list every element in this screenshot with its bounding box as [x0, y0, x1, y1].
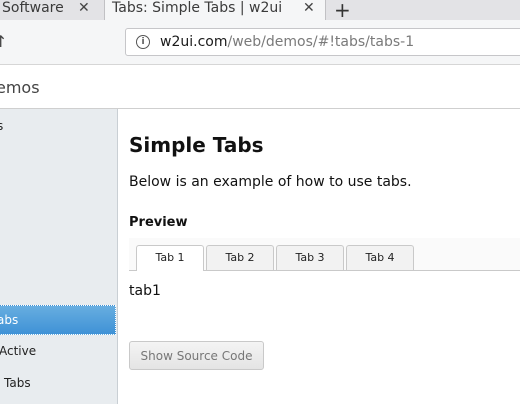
browser-tab-active[interactable]: Tabs: Simple Tabs | w2ui ✕ — [104, 0, 326, 20]
tab-content: tab1 — [129, 283, 161, 299]
close-icon[interactable]: ✕ — [78, 0, 90, 16]
browser-tab-label: Tabs: Simple Tabs | w2ui — [112, 0, 283, 16]
show-source-code-button[interactable]: Show Source Code — [129, 341, 264, 370]
close-icon[interactable]: ✕ — [303, 0, 315, 16]
url-path: /web/demos/#!tabs/tabs-1 — [227, 34, 415, 50]
info-icon[interactable]: i — [136, 35, 150, 49]
sidebar: s abs Active Tabs — [0, 109, 118, 404]
demo-tab-bar: Tab 1 Tab 2 Tab 3 Tab 4 — [129, 238, 520, 271]
demo-tab-4[interactable]: Tab 4 — [346, 245, 414, 270]
page-description: Below is an example of how to use tabs. — [129, 174, 412, 190]
url-domain: w2ui.com — [160, 34, 228, 50]
url-text: w2ui.com/web/demos/#!tabs/tabs-1 — [160, 34, 414, 50]
browser-window: Software ✕ Tabs: Simple Tabs | w2ui ✕ + … — [0, 0, 520, 404]
browser-tab-software[interactable]: Software ✕ — [0, 0, 100, 20]
sidebar-item-active[interactable]: Active — [0, 344, 115, 358]
demo-tab-2[interactable]: Tab 2 — [206, 245, 274, 270]
page-header-title: emos — [0, 78, 40, 97]
address-bar[interactable]: i w2ui.com/web/demos/#!tabs/tabs-1 — [125, 28, 520, 56]
preview-heading: Preview — [129, 215, 188, 230]
new-tab-button[interactable]: + — [334, 0, 351, 22]
browser-tab-strip: Software ✕ Tabs: Simple Tabs | w2ui ✕ + — [0, 0, 520, 22]
page-header: emos — [0, 65, 520, 109]
back-arrow-icon[interactable]: ↑ — [0, 32, 7, 51]
sidebar-item-tabs-selected[interactable]: abs — [0, 305, 116, 335]
main-content: Simple Tabs Below is an example of how t… — [118, 109, 520, 404]
browser-tab-label: Software — [2, 0, 64, 16]
demo-tab-3[interactable]: Tab 3 — [276, 245, 344, 270]
sidebar-item-group[interactable]: s — [0, 119, 113, 133]
sidebar-item-tabs[interactable]: Tabs — [4, 376, 120, 390]
demo-tab-1[interactable]: Tab 1 — [136, 245, 204, 271]
page-title: Simple Tabs — [129, 133, 264, 157]
navigation-bar: ↑ i w2ui.com/web/demos/#!tabs/tabs-1 — [0, 20, 520, 65]
